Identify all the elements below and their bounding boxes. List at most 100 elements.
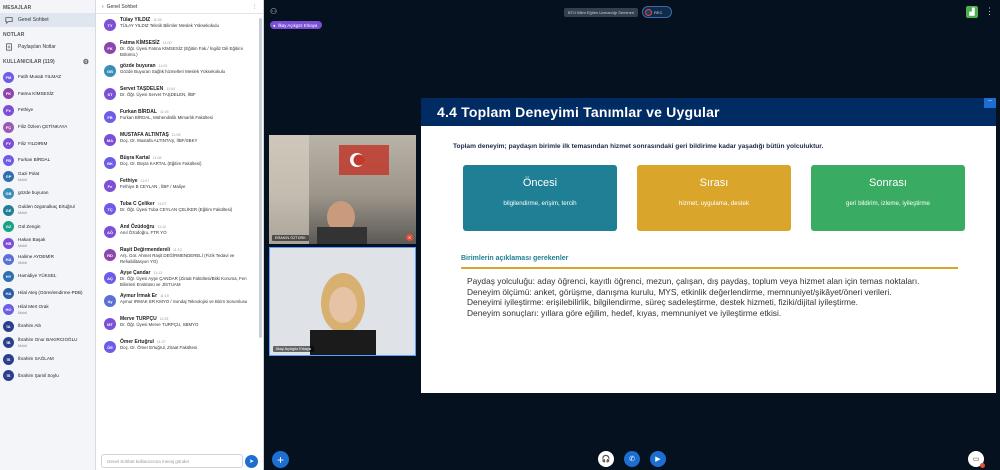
user-list-item[interactable]: İS İbrahim SAĞLAM xyxy=(0,351,95,368)
options-menu-icon[interactable]: ⋮ xyxy=(985,6,994,17)
more-options-icon[interactable]: ⋮ xyxy=(252,4,257,10)
message-text: Dr. Öğr. Üyesi Fatma KİMSESİZ (Eğitim Fa… xyxy=(120,46,243,57)
user-avatar: HB xyxy=(3,237,14,249)
user-info: Furkan BİRDAL xyxy=(18,157,50,163)
stage-title: Öncesi xyxy=(522,177,558,189)
message-avatar: FB xyxy=(104,111,116,123)
stage-subtitle: hizmet, uygulama, destek xyxy=(678,200,750,207)
webcam-tile-2[interactable]: İlkay Açıkgöz Erkaya xyxy=(269,247,416,356)
user-list-item[interactable]: İS İbrahim Şamil Soylu xyxy=(0,368,95,385)
message-time: 11:05 xyxy=(159,110,169,114)
user-list-item[interactable]: GE Gulden özgünalkaç Ertuğrul Mobil xyxy=(0,202,95,219)
leave-audio-button[interactable]: ✆ xyxy=(624,451,640,467)
message-avatar: TÇ xyxy=(104,203,116,215)
chat-scrollbar[interactable] xyxy=(259,18,262,338)
gear-icon[interactable]: ⚙ xyxy=(83,58,92,66)
meeting-title: BTÜ Bilim Eğitim Uzmanlığı Semineri xyxy=(564,7,639,17)
user-avatar: GB xyxy=(3,187,14,199)
send-icon: ➤ xyxy=(248,459,255,465)
user-list-item[interactable]: FY Filiz YILDIRIM xyxy=(0,135,95,152)
connection-status-icon[interactable]: ▟ xyxy=(966,6,978,18)
message-time: 11:04 xyxy=(166,87,175,91)
user-list-item[interactable]: FB Furkan BİRDAL xyxy=(0,152,95,169)
message-time: 11:00 xyxy=(162,41,172,45)
user-avatar: İB xyxy=(3,337,14,349)
headphones-icon: 🎧 xyxy=(601,456,611,463)
user-avatar: FY xyxy=(3,138,14,150)
message-text: Arş. Gör. Ahmet Raşit DEĞİRMENDERELİ (Fi… xyxy=(120,253,235,264)
minimize-presentation-button[interactable]: – xyxy=(984,98,996,108)
user-avatar: HO xyxy=(3,304,14,316)
bullet-item: Deneyim ölçümü: anket, görüşme, danışma … xyxy=(467,286,892,297)
message-body: Merve TURPÇU 11:25 Dr. Öğr. Üyesi Merve TU… xyxy=(120,316,198,336)
user-avatar: HY xyxy=(3,270,14,282)
user-list-item[interactable]: FM Fatih Musab YILMAZ xyxy=(0,69,95,86)
message-body: Büşra Kartal 11:06 Doç. Dr. Büşra KARTAL (… xyxy=(120,155,201,175)
chat-message-input[interactable]: Genel Sohbet kullanıcısına mesaj gönder xyxy=(101,454,243,468)
bullet-list: Paydaş yolculuğu: aday öğrenci, kayıtlı … xyxy=(467,276,947,318)
message-body: Fatma KİMSESİZ 11:00 Dr. Öğr. Üyesi Fatma … xyxy=(120,40,258,60)
message-avatar: FK xyxy=(104,42,116,54)
message-text: Dr. Öğr. Üyesi Servet TAŞDELEN, İİBF xyxy=(120,92,196,97)
user-list-item[interactable]: HB Hakan Başak Mobil xyxy=(0,235,95,252)
chat-message: FB Furkan BİRDAL 11:05 Furkan BİRDAL, Mühen… xyxy=(96,106,263,129)
send-button[interactable]: ➤ xyxy=(245,455,258,468)
message-avatar: RD xyxy=(104,249,116,261)
user-list-item[interactable]: HY Hamidiye YÜKSEL xyxy=(0,268,95,285)
stage-title: Sırası xyxy=(699,177,729,189)
chat-message: BK Büşra Kartal 11:06 Doç. Dr. Büşra KARTAL… xyxy=(96,152,263,175)
user-list-item[interactable]: GB gözde buyuran xyxy=(0,185,95,202)
user-list-item[interactable]: HA Halime AYDEMİR Mobil xyxy=(0,252,95,269)
message-body: Aymur İrmak Er 11:19 Aymur IRMAK ER KMYO /… xyxy=(120,293,247,313)
camera-icon: ▶ xyxy=(655,456,661,463)
chat-message: GB gözde buyuran 11:03 Gözde Buyuran Sağlık… xyxy=(96,60,263,83)
user-list-item[interactable]: GZ Gül Zengin xyxy=(0,218,95,235)
chat-message: AÖ Anıl Özüdoğru 11:12 Anıl Özüdoğru, FTR Y… xyxy=(96,221,263,244)
message-avatar: Ay xyxy=(104,295,116,307)
user-avatar: FM xyxy=(3,71,14,83)
webcam-label-1: ERAKIN ÖZTÜRK xyxy=(272,235,309,241)
user-name: gözde buyuran xyxy=(18,190,49,196)
message-avatar: BK xyxy=(104,157,116,169)
webcam-tile-1[interactable]: ERAKIN ÖZTÜRK ✕ xyxy=(269,135,416,244)
user-list-item[interactable]: HA Hilal Ateş (Görevlendirme-PDB) xyxy=(0,285,95,302)
user-status: Mobil xyxy=(18,260,28,265)
chat-header: ‹ Genel Sohbet ⋮ xyxy=(96,0,263,14)
message-time: 11:07 xyxy=(140,179,150,183)
message-text: Furkan BİRDAL, Mühendislik Mimarlık Fakü… xyxy=(120,115,213,120)
presenter-icon: ● xyxy=(273,23,276,28)
user-avatar: HA xyxy=(3,254,14,266)
message-body: Ömer Ertuğrul 11:27 Doç. Dr. Ömer Ertuğrul… xyxy=(120,339,197,359)
add-action-button[interactable]: + xyxy=(272,451,289,468)
user-list-item[interactable]: GP Gazi Polat Mobil xyxy=(0,169,95,186)
user-list-item[interactable]: FÇ Filiz Özlem ÇETİNKAYA xyxy=(0,119,95,136)
shared-notes-item[interactable]: Paylaşılan Notlar xyxy=(0,40,95,54)
shared-notes-label: Paylaşılan Notlar xyxy=(18,44,56,50)
users-toggle-icon[interactable]: ⚇ xyxy=(270,7,277,16)
presenter-name: İlkay Açıkgöz Erkaya xyxy=(277,23,318,28)
user-avatar: FÇ xyxy=(3,121,14,133)
user-list-item[interactable]: FK Fatma KİMSESİZ xyxy=(0,86,95,103)
share-webcam-button[interactable]: ▶ xyxy=(650,451,666,467)
user-info: Hilal Ateş (Görevlendirme-PDB) xyxy=(18,290,83,296)
message-text: Dr. Öğr. Üyesi Merve TURPÇU, SBMYO xyxy=(120,322,199,327)
back-button[interactable]: ‹ Genel Sohbet xyxy=(102,4,137,10)
user-status: Mobil xyxy=(18,211,28,216)
user-list-item[interactable]: İA İbrahim Atlı xyxy=(0,318,95,335)
user-list: FM Fatih Musab YILMAZ FK Fatma KİMSESİZ Fe Fe… xyxy=(0,69,95,384)
message-body: Ayşe Çandar 11:13 Dr. Öğr. Üyesi Ayşe ÇAND… xyxy=(120,270,258,290)
notes-icon xyxy=(4,42,14,52)
chat-icon xyxy=(4,15,14,25)
record-button[interactable]: REC xyxy=(642,6,673,18)
user-list-item[interactable]: HO Hilal Mert Orak Mobil xyxy=(0,301,95,318)
message-avatar: Fe xyxy=(104,180,116,192)
audio-settings-button[interactable]: 🎧 xyxy=(598,451,614,467)
chat-message: MT Merve TURPÇU 11:25 Dr. Öğr. Üyesi Merve … xyxy=(96,313,263,336)
user-info: Hilal Mert Orak Mobil xyxy=(18,304,49,316)
message-body: Servet TAŞDELEN 11:04 Dr. Öğr. Üyesi Serve… xyxy=(120,86,196,106)
message-time: 11:06 xyxy=(152,156,162,160)
public-chat-item[interactable]: Genel Sohbet xyxy=(0,13,95,27)
user-list-item[interactable]: İB İbrahim Onur BAKIRCIOĞLU Mobil xyxy=(0,335,95,352)
screen-share-button[interactable]: ▭ xyxy=(968,451,985,468)
user-list-item[interactable]: Fe Fethiye xyxy=(0,102,95,119)
